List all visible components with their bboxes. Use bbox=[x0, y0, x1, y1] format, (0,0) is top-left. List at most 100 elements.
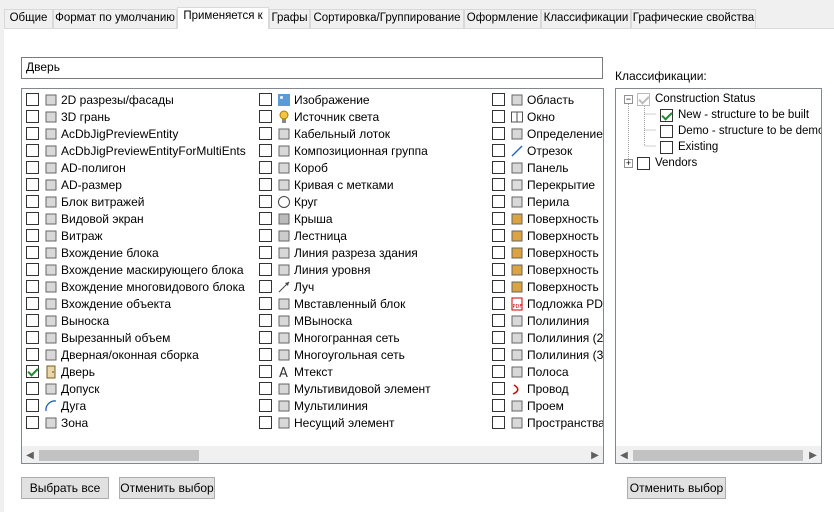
object-type-item[interactable]: Поверхность bbox=[492, 227, 603, 244]
object-type-checkbox[interactable] bbox=[26, 161, 39, 174]
object-type-item[interactable]: Дуга bbox=[26, 397, 246, 414]
object-type-item[interactable]: Дверь bbox=[26, 363, 246, 380]
select-all-button[interactable]: Выбрать все bbox=[21, 477, 109, 499]
object-type-checkbox[interactable] bbox=[26, 399, 39, 412]
object-type-item[interactable]: Многоугольная сеть bbox=[259, 346, 431, 363]
scroll-left-arrow-icon[interactable]: ◀ bbox=[617, 449, 631, 462]
object-type-item[interactable]: Пространства bbox=[492, 414, 603, 431]
object-type-item[interactable]: Мультивидовой элемент bbox=[259, 380, 431, 397]
object-type-checkbox[interactable] bbox=[492, 263, 505, 276]
object-type-checkbox[interactable] bbox=[492, 178, 505, 191]
object-type-item[interactable]: Полоса bbox=[492, 363, 603, 380]
object-type-item[interactable]: Линия уровня bbox=[259, 261, 431, 278]
object-type-item[interactable]: A Мтекст bbox=[259, 363, 431, 380]
object-type-checkbox[interactable] bbox=[26, 348, 39, 361]
object-type-item[interactable]: Луч bbox=[259, 278, 431, 295]
object-type-checkbox[interactable] bbox=[492, 314, 505, 327]
object-type-checkbox[interactable] bbox=[26, 178, 39, 191]
object-type-item[interactable]: Панель bbox=[492, 159, 603, 176]
object-type-item[interactable]: Поверхность bbox=[492, 244, 603, 261]
object-type-checkbox[interactable] bbox=[492, 144, 505, 157]
object-type-item[interactable]: Кабельный лоток bbox=[259, 125, 431, 142]
object-type-checkbox[interactable] bbox=[259, 127, 272, 140]
object-type-checkbox[interactable] bbox=[259, 110, 272, 123]
object-type-item[interactable]: 2D разрезы/фасады bbox=[26, 91, 246, 108]
tree-checkbox[interactable] bbox=[660, 140, 673, 154]
deselect-classifications-button[interactable]: Отменить выбор bbox=[627, 477, 726, 499]
object-type-checkbox[interactable] bbox=[259, 93, 272, 106]
object-type-item[interactable]: Выноска bbox=[26, 312, 246, 329]
object-type-checkbox[interactable] bbox=[26, 246, 39, 259]
object-type-checkbox[interactable] bbox=[492, 93, 505, 106]
object-type-checkbox[interactable] bbox=[492, 297, 505, 310]
object-type-checkbox[interactable] bbox=[492, 416, 505, 429]
collapse-icon[interactable]: − bbox=[624, 94, 633, 104]
object-type-checkbox[interactable] bbox=[259, 161, 272, 174]
scroll-right-arrow-icon[interactable]: ▶ bbox=[588, 449, 602, 462]
object-type-checkbox[interactable] bbox=[492, 127, 505, 140]
tree-checkbox[interactable] bbox=[637, 92, 650, 106]
object-type-checkbox[interactable] bbox=[492, 280, 505, 293]
tree-checkbox[interactable] bbox=[637, 156, 650, 170]
object-type-checkbox[interactable] bbox=[259, 195, 272, 208]
object-type-item[interactable]: Вхождение маскирующего блока bbox=[26, 261, 246, 278]
object-type-checkbox[interactable] bbox=[492, 110, 505, 123]
tree-horizontal-scrollbar[interactable]: ◀ ▶ bbox=[616, 446, 821, 463]
object-type-checkbox[interactable] bbox=[259, 263, 272, 276]
object-type-item[interactable]: Мультилиния bbox=[259, 397, 431, 414]
object-type-checkbox[interactable] bbox=[492, 331, 505, 344]
object-type-checkbox[interactable] bbox=[26, 110, 39, 123]
object-type-item[interactable]: Поверхность bbox=[492, 278, 603, 295]
object-type-item[interactable]: Источник света bbox=[259, 108, 431, 125]
object-type-checkbox[interactable] bbox=[26, 314, 39, 327]
object-type-item[interactable]: Блок витражей bbox=[26, 193, 246, 210]
object-type-item[interactable]: Допуск bbox=[26, 380, 246, 397]
object-type-checkbox[interactable] bbox=[259, 365, 272, 378]
object-type-item[interactable]: Короб bbox=[259, 159, 431, 176]
object-type-item[interactable]: Проем bbox=[492, 397, 603, 414]
object-type-checkbox[interactable] bbox=[492, 212, 505, 225]
object-type-checkbox[interactable] bbox=[492, 382, 505, 395]
object-type-item[interactable]: Определение bbox=[492, 125, 603, 142]
object-type-item[interactable]: Многогранная сеть bbox=[259, 329, 431, 346]
tree-checkbox[interactable] bbox=[660, 108, 673, 122]
object-type-item[interactable]: Окно bbox=[492, 108, 603, 125]
object-type-checkbox[interactable] bbox=[26, 195, 39, 208]
object-type-item[interactable]: Провод bbox=[492, 380, 603, 397]
object-type-item[interactable]: Вхождение многовидового блока bbox=[26, 278, 246, 295]
object-type-checkbox[interactable] bbox=[26, 93, 39, 106]
object-type-item[interactable]: Дверная/оконная сборка bbox=[26, 346, 246, 363]
tab-layout[interactable]: Оформление bbox=[464, 9, 541, 28]
object-type-list[interactable]: 2D разрезы/фасады 3D грань AcDbJigPreviewE… bbox=[21, 88, 604, 464]
object-type-item[interactable]: Несущий элемент bbox=[259, 414, 431, 431]
object-type-checkbox[interactable] bbox=[259, 297, 272, 310]
object-type-item[interactable]: AD-полигон bbox=[26, 159, 246, 176]
object-type-item[interactable]: Лестница bbox=[259, 227, 431, 244]
tab-sorting-grouping[interactable]: Сортировка/Группирование bbox=[310, 9, 464, 28]
tab-classifications[interactable]: Классификации bbox=[541, 9, 631, 28]
object-type-item[interactable]: Перила bbox=[492, 193, 603, 210]
object-type-checkbox[interactable] bbox=[492, 195, 505, 208]
horizontal-scrollbar[interactable]: ◀ ▶ bbox=[22, 446, 603, 463]
object-type-item[interactable]: Полилиния (2 bbox=[492, 329, 603, 346]
tab-graphic-properties[interactable]: Графические свойства bbox=[631, 9, 756, 28]
object-type-checkbox[interactable] bbox=[259, 144, 272, 157]
object-type-item[interactable]: AcDbJigPreviewEntityForMultiEnts bbox=[26, 142, 246, 159]
object-type-checkbox[interactable] bbox=[492, 399, 505, 412]
tree-item-new[interactable]: New - structure to be built bbox=[660, 107, 809, 123]
object-type-item[interactable]: Область bbox=[492, 91, 603, 108]
object-type-checkbox[interactable] bbox=[259, 399, 272, 412]
tree-item-vendors[interactable]: + Vendors bbox=[624, 155, 697, 171]
object-type-checkbox[interactable] bbox=[26, 365, 39, 378]
tree-item-existing[interactable]: Existing bbox=[660, 139, 718, 155]
object-type-checkbox[interactable] bbox=[492, 348, 505, 361]
tree-item-demo[interactable]: Demo - structure to be demolis bbox=[660, 123, 821, 139]
object-type-checkbox[interactable] bbox=[259, 229, 272, 242]
deselect-button[interactable]: Отменить выбор bbox=[119, 477, 215, 499]
object-type-item[interactable]: Композиционная группа bbox=[259, 142, 431, 159]
object-type-item[interactable]: Зона bbox=[26, 414, 246, 431]
object-type-item[interactable]: МВыноска bbox=[259, 312, 431, 329]
object-type-item[interactable]: Вырезанный объем bbox=[26, 329, 246, 346]
object-type-item[interactable]: Поверхность bbox=[492, 261, 603, 278]
object-type-item[interactable]: PDF Подложка PD bbox=[492, 295, 603, 312]
